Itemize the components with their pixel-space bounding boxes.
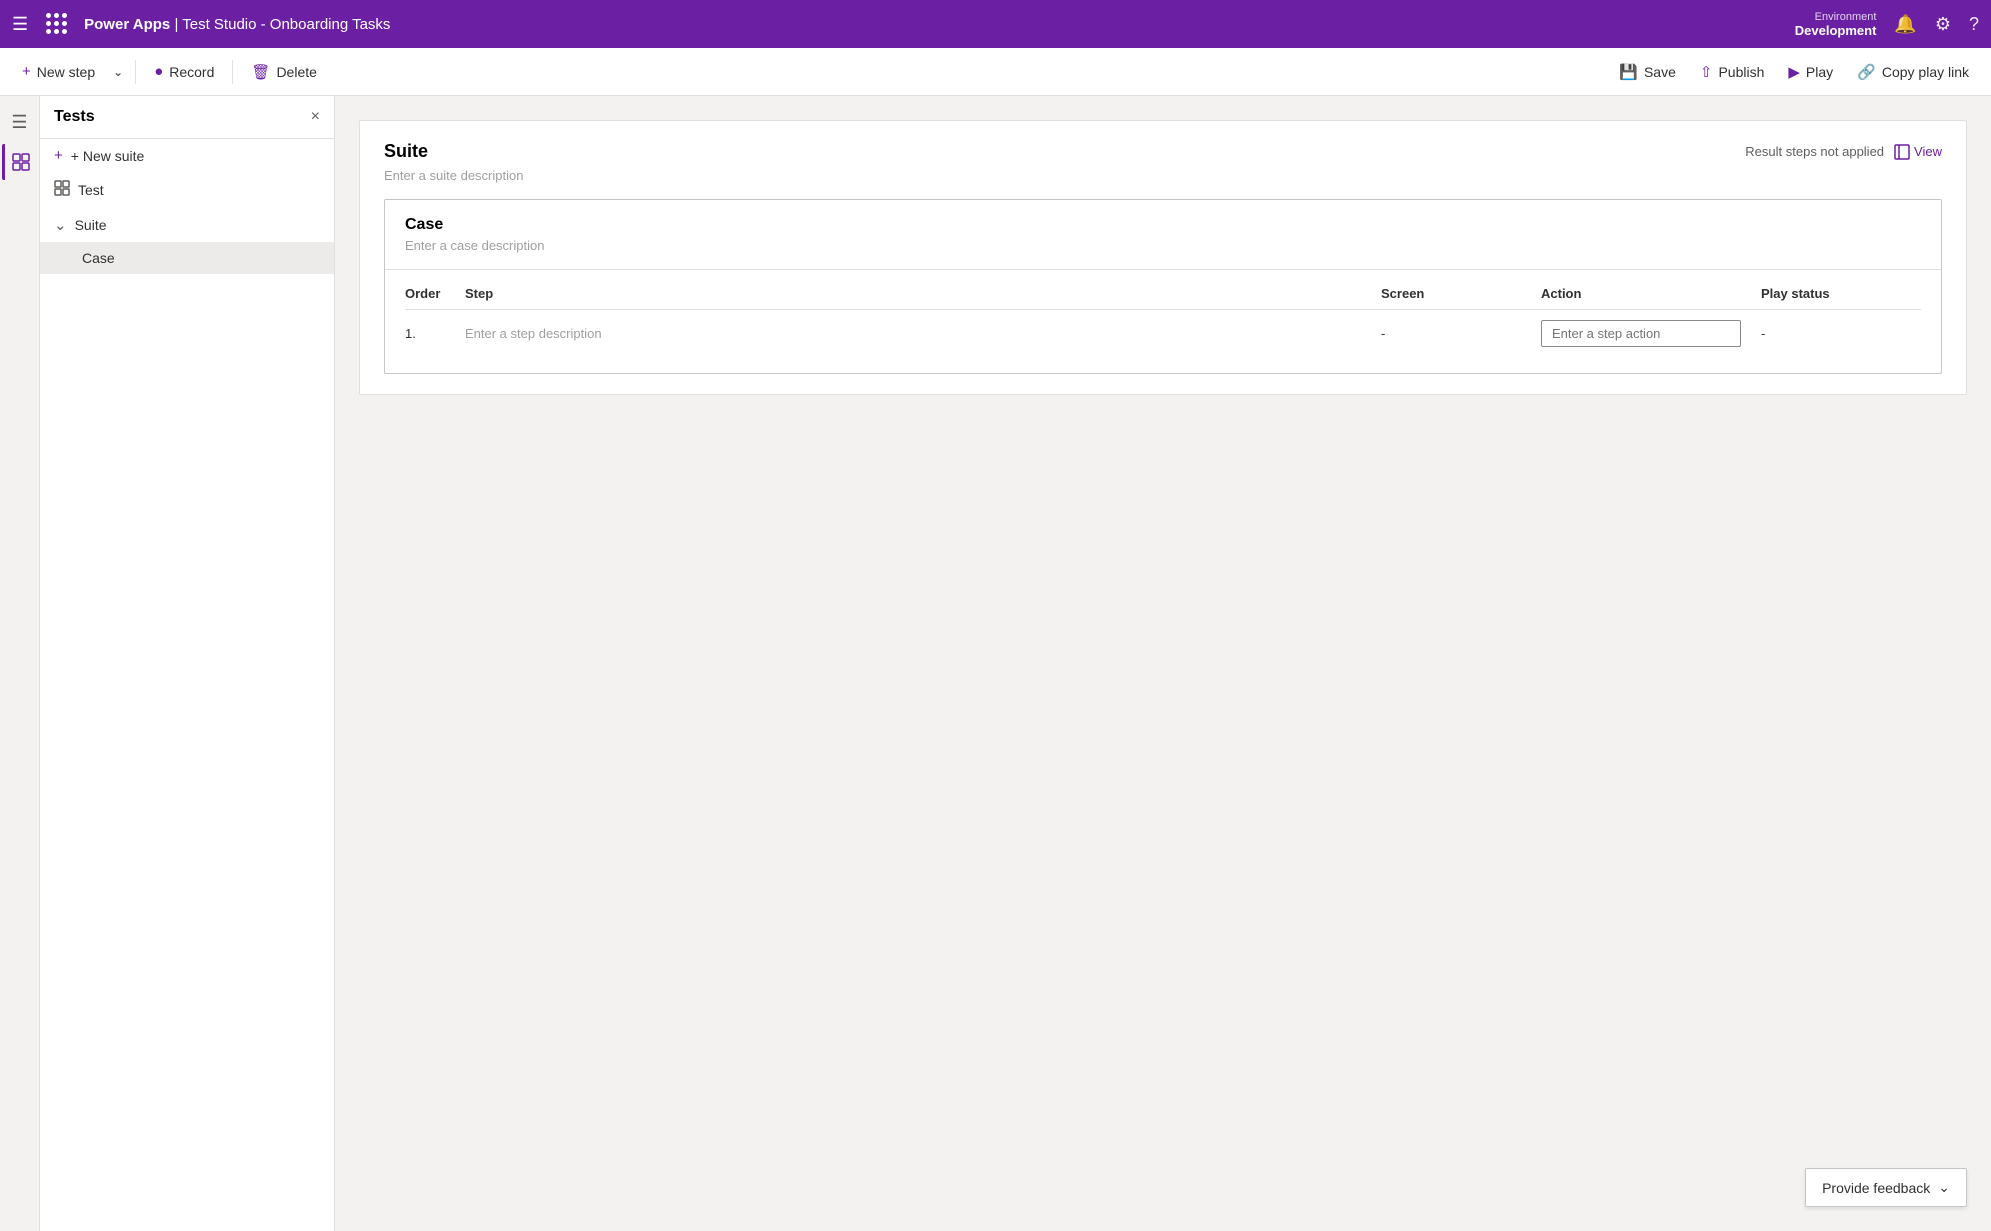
suite-description: Enter a suite description	[384, 168, 1942, 183]
publish-button[interactable]: ⇧ Publish	[1690, 57, 1775, 87]
sidebar-close-button[interactable]: ×	[311, 108, 320, 126]
row-order: 1.	[405, 326, 465, 341]
settings-icon[interactable]: ⚙	[1935, 14, 1951, 35]
sidebar-item-case[interactable]: Case ⋯	[40, 242, 334, 274]
case-card-header: Case Enter a case description	[385, 200, 1941, 261]
record-icon: ●	[154, 63, 163, 80]
test-grid-icon	[54, 180, 70, 200]
case-divider	[385, 269, 1941, 270]
copy-link-icon: 🔗	[1857, 63, 1876, 81]
case-card: Case Enter a case description Order Step…	[384, 199, 1942, 374]
row-screen: -	[1381, 326, 1541, 341]
provide-feedback-button[interactable]: Provide feedback ⌄	[1805, 1168, 1967, 1207]
save-button[interactable]: 💾 Save	[1609, 57, 1686, 87]
view-icon	[1894, 144, 1910, 160]
chevron-down-icon: ⌄	[54, 216, 67, 234]
main-layout: ☰ Tests × + + New suite	[0, 96, 1991, 1231]
record-button[interactable]: ● Record	[144, 57, 224, 86]
help-icon[interactable]: ?	[1969, 14, 1979, 35]
steps-table-header: Order Step Screen Action Play status	[405, 278, 1921, 310]
hamburger-menu-button[interactable]: ☰	[12, 14, 28, 35]
suite-card-title: Suite	[384, 141, 1745, 162]
toolbar-right: 💾 Save ⇧ Publish ▶ Play 🔗 Copy play link	[1609, 57, 1979, 87]
bell-icon[interactable]: 🔔	[1894, 14, 1916, 35]
col-step: Step	[465, 286, 1381, 301]
environment-block: Environment Development	[1795, 11, 1877, 38]
save-icon: 💾	[1619, 63, 1638, 81]
app-title: Power Apps | Test Studio - Onboarding Ta…	[84, 16, 1785, 33]
play-icon: ▶	[1788, 63, 1800, 81]
delete-button[interactable]: 🗑 Delete	[241, 57, 327, 87]
suite-view-button[interactable]: View	[1894, 144, 1942, 160]
feedback-label: Provide feedback	[1822, 1180, 1930, 1196]
sidebar-icon-strip: ☰	[0, 96, 40, 1231]
row-play-status: -	[1761, 326, 1921, 341]
content-area: Suite Result steps not applied View Ente…	[335, 96, 1991, 1231]
feedback-chevron-icon: ⌄	[1938, 1179, 1950, 1196]
sidebar-item-test[interactable]: Test	[40, 172, 334, 208]
sidebar-hamburger-icon[interactable]: ☰	[2, 104, 38, 140]
record-label: Record	[169, 64, 214, 80]
copy-play-link-button[interactable]: 🔗 Copy play link	[1847, 57, 1979, 87]
sidebar-title: Tests	[54, 108, 303, 126]
test-label: Test	[78, 182, 104, 198]
step-action-input[interactable]	[1541, 320, 1741, 347]
plus-icon: +	[54, 147, 63, 164]
view-label: View	[1914, 144, 1942, 159]
suite-card: Suite Result steps not applied View Ente…	[359, 120, 1967, 395]
steps-table: Order Step Screen Action Play status 1. …	[385, 278, 1941, 373]
top-bar: ☰ Power Apps | Test Studio - Onboarding …	[0, 0, 1991, 48]
suite-header-right: Result steps not applied View	[1745, 144, 1942, 160]
case-label: Case	[82, 250, 115, 266]
publish-icon: ⇧	[1700, 63, 1713, 81]
project-title: Test Studio - Onboarding Tasks	[182, 16, 390, 33]
sidebar-item-suite[interactable]: ⌄ Suite	[40, 208, 334, 242]
table-row: 1. Enter a step description - -	[405, 310, 1921, 357]
new-step-button[interactable]: + New step	[12, 57, 105, 86]
col-play-status: Play status	[1761, 286, 1921, 301]
sidebar-test-icon[interactable]	[2, 144, 38, 180]
sidebar-header: Tests ×	[40, 96, 334, 139]
play-button[interactable]: ▶ Play	[1778, 57, 1843, 87]
sidebar: Tests × + + New suite Test ⌄ Suite	[40, 96, 335, 1231]
toolbar-divider-2	[232, 60, 233, 84]
publish-label: Publish	[1718, 64, 1764, 80]
environment-name: Development	[1795, 23, 1877, 38]
top-bar-right: Environment Development 🔔 ⚙ ?	[1795, 11, 1979, 38]
new-step-label: New step	[37, 64, 95, 80]
row-step: Enter a step description	[465, 326, 1381, 341]
delete-icon: 🗑	[251, 63, 270, 81]
col-action: Action	[1541, 286, 1761, 301]
new-step-chevron[interactable]: ⌄	[109, 59, 127, 85]
waffle-icon	[46, 13, 68, 35]
suite-result-label: Result steps not applied	[1745, 144, 1884, 159]
case-card-description: Enter a case description	[405, 238, 1921, 253]
sidebar-item-new-suite[interactable]: + + New suite	[40, 139, 334, 172]
plus-icon: +	[22, 63, 31, 80]
copy-play-link-label: Copy play link	[1882, 64, 1969, 80]
suite-label: Suite	[75, 217, 107, 233]
col-order: Order	[405, 286, 465, 301]
case-card-title: Case	[405, 216, 1921, 234]
save-label: Save	[1644, 64, 1676, 80]
suite-card-header: Suite Result steps not applied View	[384, 141, 1942, 162]
environment-label: Environment	[1815, 11, 1877, 23]
toolbar: + New step ⌄ ● Record 🗑 Delete 💾 Save ⇧ …	[0, 48, 1991, 96]
toolbar-divider-1	[135, 60, 136, 84]
col-screen: Screen	[1381, 286, 1541, 301]
new-suite-label: + New suite	[71, 148, 145, 164]
play-label: Play	[1806, 64, 1833, 80]
delete-label: Delete	[276, 64, 316, 80]
